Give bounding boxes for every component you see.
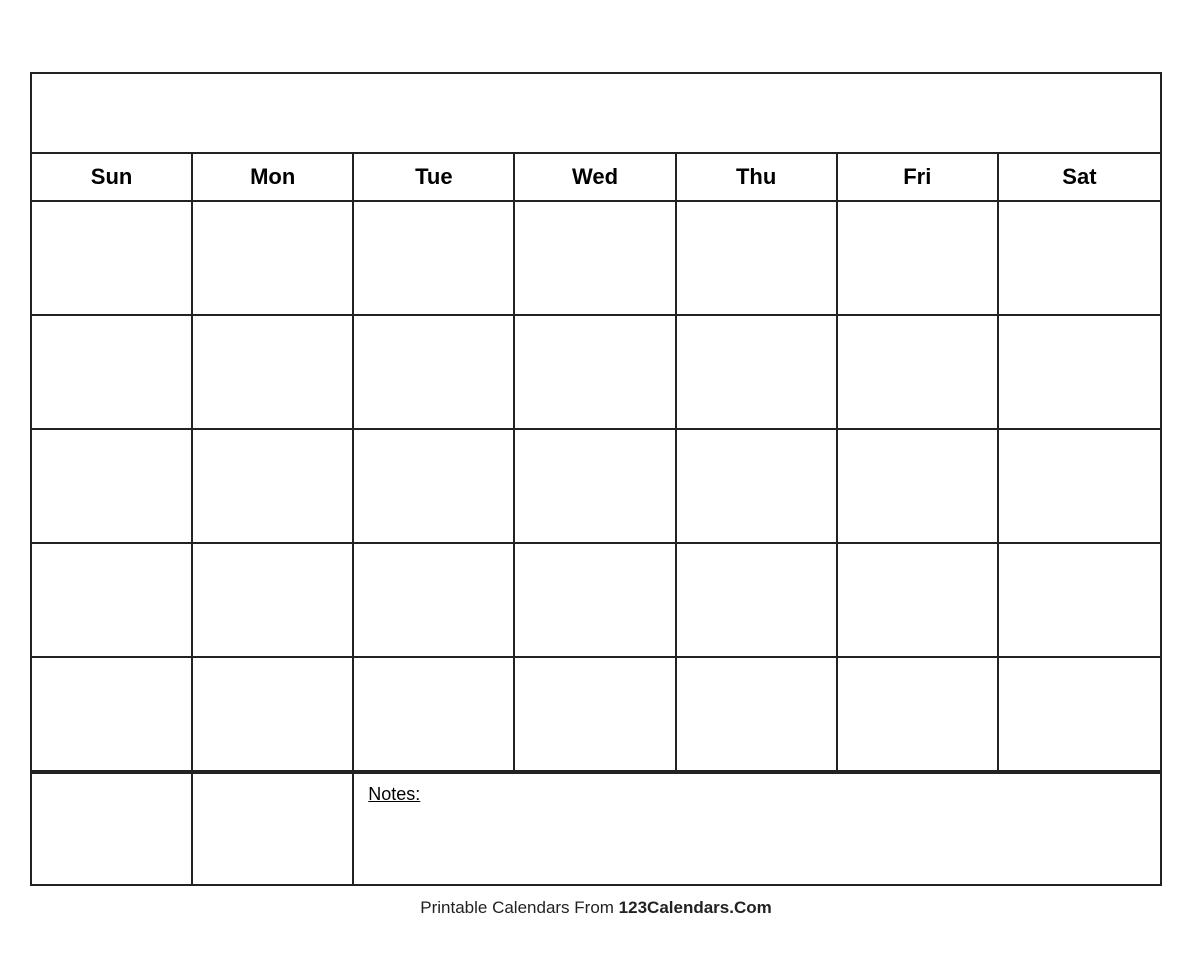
- footer-text-before: Printable Calendars From: [420, 898, 618, 917]
- cell-r3c3: [354, 430, 515, 542]
- cell-r4c7: [999, 544, 1160, 656]
- header-wed: Wed: [515, 154, 676, 200]
- header-sat: Sat: [999, 154, 1160, 200]
- cell-r1c5: [677, 202, 838, 314]
- cell-r5c7: [999, 658, 1160, 770]
- cell-r3c2: [193, 430, 354, 542]
- calendar-row-5: [32, 658, 1160, 772]
- cell-r2c7: [999, 316, 1160, 428]
- cell-r5c3: [354, 658, 515, 770]
- notes-cell-empty-1: [32, 774, 193, 884]
- cell-r2c6: [838, 316, 999, 428]
- cell-r1c1: [32, 202, 193, 314]
- cell-r2c5: [677, 316, 838, 428]
- cell-r2c2: [193, 316, 354, 428]
- cell-r1c4: [515, 202, 676, 314]
- header-sun: Sun: [32, 154, 193, 200]
- cell-r4c1: [32, 544, 193, 656]
- calendar-header-row: Sun Mon Tue Wed Thu Fri Sat: [32, 154, 1160, 202]
- cell-r4c3: [354, 544, 515, 656]
- cell-r4c2: [193, 544, 354, 656]
- calendar-row-4: [32, 544, 1160, 658]
- footer: Printable Calendars From 123Calendars.Co…: [420, 898, 772, 918]
- cell-r1c2: [193, 202, 354, 314]
- calendar-container: Sun Mon Tue Wed Thu Fri Sat: [30, 72, 1162, 886]
- cell-r4c4: [515, 544, 676, 656]
- cell-r1c6: [838, 202, 999, 314]
- cell-r3c1: [32, 430, 193, 542]
- calendar-grid: Notes:: [32, 202, 1160, 884]
- calendar-wrapper: Sun Mon Tue Wed Thu Fri Sat: [30, 72, 1162, 918]
- notes-label: Notes:: [368, 784, 420, 804]
- cell-r5c1: [32, 658, 193, 770]
- header-thu: Thu: [677, 154, 838, 200]
- cell-r5c6: [838, 658, 999, 770]
- cell-r3c4: [515, 430, 676, 542]
- calendar-row-2: [32, 316, 1160, 430]
- header-mon: Mon: [193, 154, 354, 200]
- cell-r1c7: [999, 202, 1160, 314]
- cell-r3c7: [999, 430, 1160, 542]
- header-tue: Tue: [354, 154, 515, 200]
- cell-r2c1: [32, 316, 193, 428]
- cell-r5c5: [677, 658, 838, 770]
- cell-r2c4: [515, 316, 676, 428]
- calendar-row-3: [32, 430, 1160, 544]
- cell-r1c3: [354, 202, 515, 314]
- cell-r2c3: [354, 316, 515, 428]
- notes-content: Notes:: [354, 774, 1160, 884]
- cell-r5c2: [193, 658, 354, 770]
- cell-r5c4: [515, 658, 676, 770]
- cell-r4c6: [838, 544, 999, 656]
- header-fri: Fri: [838, 154, 999, 200]
- notes-cell-empty-2: [193, 774, 354, 884]
- cell-r4c5: [677, 544, 838, 656]
- cell-r3c5: [677, 430, 838, 542]
- cell-r3c6: [838, 430, 999, 542]
- calendar-title-row: [32, 74, 1160, 154]
- calendar-row-1: [32, 202, 1160, 316]
- notes-row: Notes:: [32, 772, 1160, 884]
- footer-brand: 123Calendars.Com: [619, 898, 772, 917]
